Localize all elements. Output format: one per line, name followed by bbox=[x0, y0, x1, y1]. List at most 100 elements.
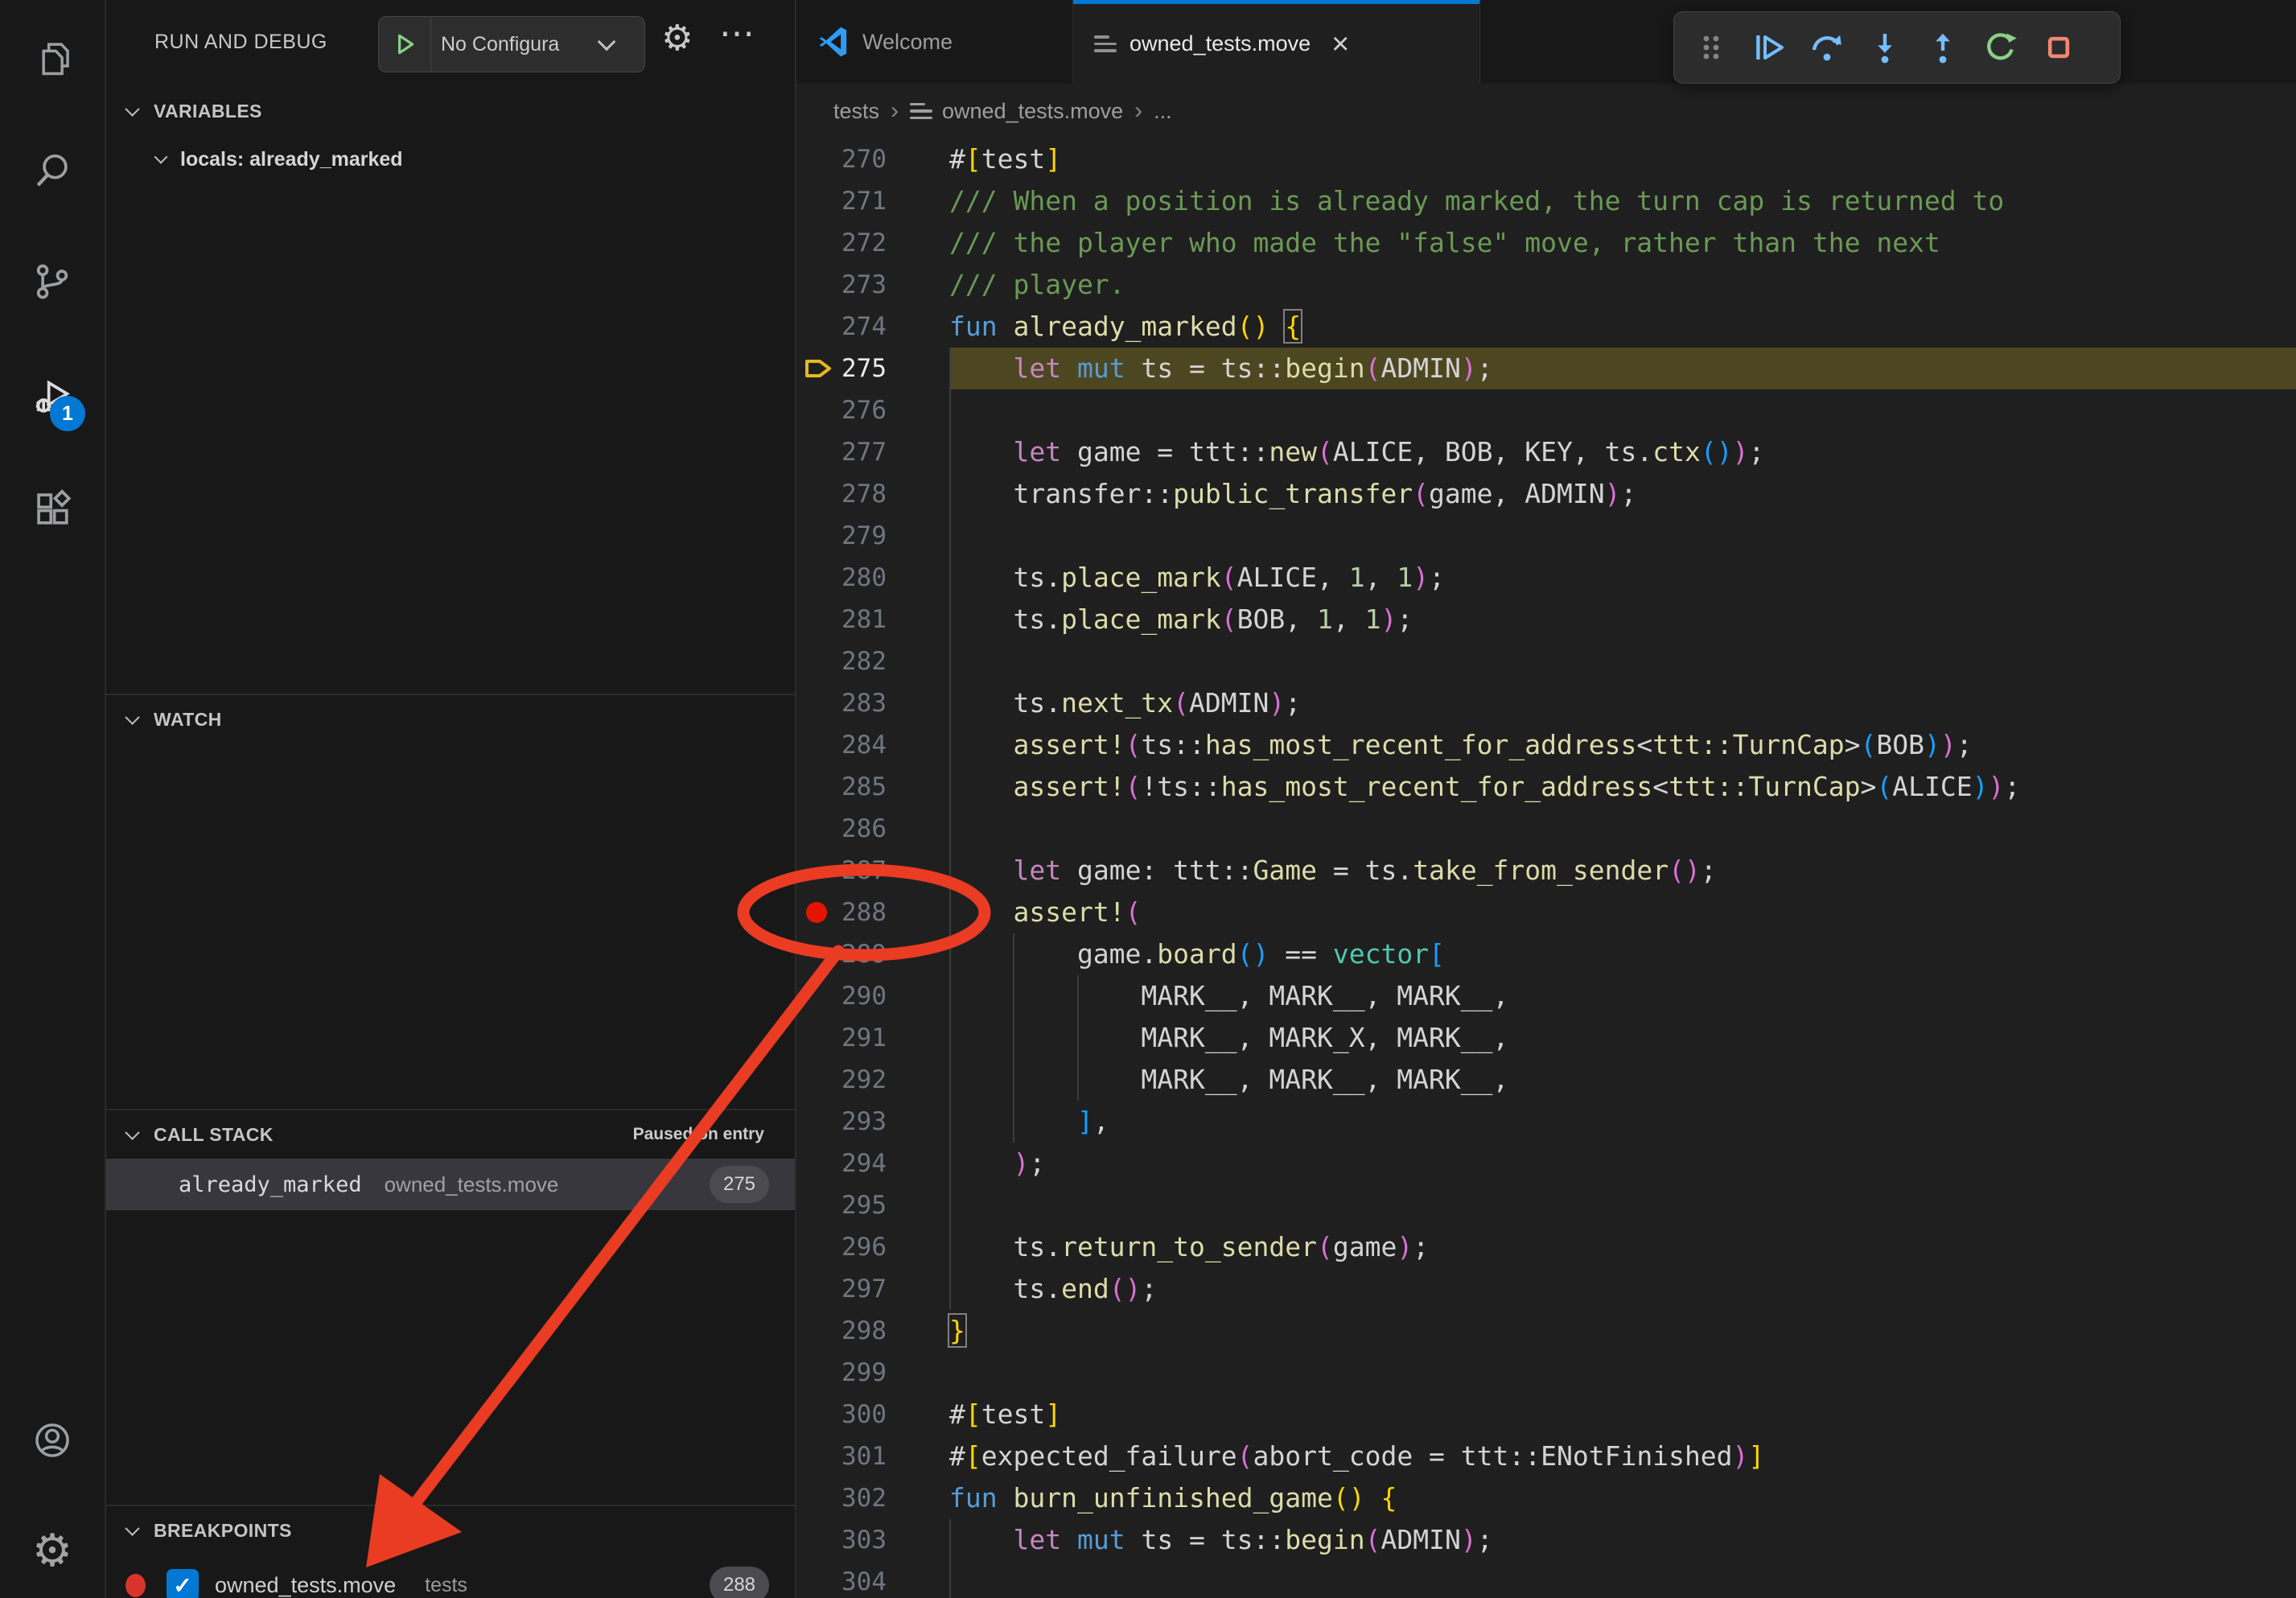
gutter-margin[interactable] bbox=[804, 682, 837, 724]
code-line-text[interactable] bbox=[949, 1184, 2296, 1226]
code-line[interactable]: 285 assert!(!ts::has_most_recent_for_add… bbox=[796, 766, 2296, 808]
code-line[interactable]: 304 bbox=[796, 1561, 2296, 1598]
gutter-margin[interactable] bbox=[804, 138, 837, 180]
code-line[interactable]: 288 assert!( bbox=[796, 892, 2296, 933]
code-line[interactable]: 274fun already_marked() { bbox=[796, 306, 2296, 348]
code-line-text[interactable]: assert!(ts::has_most_recent_for_address<… bbox=[949, 724, 2296, 766]
gutter-margin[interactable] bbox=[804, 515, 837, 557]
code-line-text[interactable]: ts.place_mark(ALICE, 1, 1); bbox=[949, 557, 2296, 599]
gutter-margin[interactable] bbox=[804, 1435, 837, 1477]
line-number[interactable]: 273 bbox=[837, 270, 887, 299]
gutter-margin[interactable] bbox=[804, 222, 837, 264]
line-number[interactable]: 278 bbox=[837, 480, 887, 509]
code-line-text[interactable] bbox=[949, 1352, 2296, 1394]
gutter-margin[interactable] bbox=[804, 473, 837, 515]
line-number[interactable]: 291 bbox=[837, 1023, 887, 1052]
code-line-text[interactable] bbox=[949, 808, 2296, 850]
gutter-margin[interactable] bbox=[804, 850, 837, 892]
code-line[interactable]: 282 bbox=[796, 640, 2296, 682]
search-icon[interactable] bbox=[28, 146, 76, 195]
restart-icon[interactable] bbox=[1972, 19, 2030, 76]
watch-section-header[interactable]: WATCH bbox=[106, 698, 795, 740]
line-number[interactable]: 299 bbox=[837, 1358, 887, 1387]
line-number[interactable]: 295 bbox=[837, 1191, 887, 1220]
code-line[interactable]: 286 bbox=[796, 808, 2296, 850]
line-number[interactable]: 270 bbox=[837, 145, 887, 174]
breadcrumb-item[interactable]: ... bbox=[1154, 99, 1172, 124]
line-number[interactable]: 294 bbox=[837, 1149, 887, 1178]
code-line-text[interactable]: transfer::public_transfer(game, ADMIN); bbox=[949, 473, 2296, 515]
code-line[interactable]: 277 let game = ttt::new(ALICE, BOB, KEY,… bbox=[796, 431, 2296, 473]
code-line[interactable]: 302fun burn_unfinished_game() { bbox=[796, 1477, 2296, 1519]
code-line[interactable]: 293 ], bbox=[796, 1101, 2296, 1143]
line-number[interactable]: 303 bbox=[837, 1526, 887, 1555]
gutter-margin[interactable] bbox=[804, 557, 837, 599]
code-line-text[interactable]: ts.place_mark(BOB, 1, 1); bbox=[949, 599, 2296, 640]
variables-section-header[interactable]: VARIABLES bbox=[106, 90, 795, 132]
code-line-text[interactable]: /// When a position is already marked, t… bbox=[949, 180, 2296, 222]
code-line-text[interactable] bbox=[949, 389, 2296, 431]
gutter-margin[interactable] bbox=[804, 1477, 837, 1519]
line-number[interactable]: 296 bbox=[837, 1233, 887, 1262]
breakpoint-gutter[interactable] bbox=[804, 892, 837, 933]
line-number[interactable]: 298 bbox=[837, 1316, 887, 1345]
code-line-text[interactable]: ts.end(); bbox=[949, 1268, 2296, 1310]
tab-welcome[interactable]: Welcome bbox=[796, 0, 1073, 84]
code-line[interactable]: 296 ts.return_to_sender(game); bbox=[796, 1226, 2296, 1268]
gutter-margin[interactable] bbox=[804, 389, 837, 431]
gutter-margin[interactable] bbox=[804, 1561, 837, 1598]
line-number[interactable]: 271 bbox=[837, 187, 887, 216]
code-line[interactable]: 272 /// the player who made the "false" m… bbox=[796, 222, 2296, 264]
gutter-margin[interactable] bbox=[804, 1268, 837, 1310]
gutter-margin[interactable] bbox=[804, 1310, 837, 1352]
code-line[interactable]: 300 #[test] bbox=[796, 1394, 2296, 1435]
code-line[interactable]: 294 ); bbox=[796, 1143, 2296, 1184]
code-line[interactable]: 278 transfer::public_transfer(game, ADMI… bbox=[796, 473, 2296, 515]
line-number[interactable]: 272 bbox=[837, 229, 887, 257]
line-number[interactable]: 282 bbox=[837, 647, 887, 676]
code-line-text[interactable]: /// player. bbox=[949, 264, 2296, 306]
line-number[interactable]: 288 bbox=[837, 898, 887, 927]
breadcrumb-item[interactable]: owned_tests.move bbox=[942, 99, 1123, 124]
code-line-text[interactable]: ts.return_to_sender(game); bbox=[949, 1226, 2296, 1268]
code-line-text[interactable]: #[expected_failure(abort_code = ttt::ENo… bbox=[949, 1435, 2296, 1477]
code-line[interactable]: 270 #[test] bbox=[796, 138, 2296, 180]
code-line[interactable]: 284 assert!(ts::has_most_recent_for_addr… bbox=[796, 724, 2296, 766]
line-number[interactable]: 300 bbox=[837, 1400, 887, 1429]
stop-icon[interactable] bbox=[2030, 19, 2088, 76]
breakpoints-section-header[interactable]: BREAKPOINTS bbox=[106, 1509, 795, 1551]
source-control-icon[interactable] bbox=[28, 257, 76, 306]
code-line[interactable]: 287 let game: ttt::Game = ts.take_from_s… bbox=[796, 850, 2296, 892]
line-number[interactable]: 280 bbox=[837, 563, 887, 592]
code-line[interactable]: 280 ts.place_mark(ALICE, 1, 1); bbox=[796, 557, 2296, 599]
code-line-text[interactable]: let mut ts = ts::begin(ADMIN); bbox=[949, 1519, 2296, 1561]
line-number[interactable]: 302 bbox=[837, 1484, 887, 1513]
line-number[interactable]: 283 bbox=[837, 689, 887, 718]
code-line-text[interactable]: let game: ttt::Game = ts.take_from_sende… bbox=[949, 850, 2296, 892]
code-line[interactable]: 289 game.board() == vector[ bbox=[796, 933, 2296, 975]
code-line[interactable]: 303 let mut ts = ts::begin(ADMIN); bbox=[796, 1519, 2296, 1561]
call-stack-section-header[interactable]: CALL STACK Paused on entry bbox=[106, 1114, 795, 1155]
code-line-text[interactable]: #[test] bbox=[949, 1394, 2296, 1435]
code-line[interactable]: 271 /// When a position is already marked… bbox=[796, 180, 2296, 222]
line-number[interactable]: 301 bbox=[837, 1442, 887, 1471]
code-line-text[interactable]: /// the player who made the "false" move… bbox=[949, 222, 2296, 264]
code-line-text[interactable]: assert!( bbox=[949, 892, 2296, 933]
code-line-text[interactable]: assert!(!ts::has_most_recent_for_address… bbox=[949, 766, 2296, 808]
line-number[interactable]: 274 bbox=[837, 312, 887, 341]
line-number[interactable]: 289 bbox=[837, 940, 887, 969]
line-number[interactable]: 285 bbox=[837, 772, 887, 801]
gutter-margin[interactable] bbox=[804, 808, 837, 850]
code-line[interactable]: 291 MARK__, MARK_X, MARK__, bbox=[796, 1017, 2296, 1059]
step-out-icon[interactable] bbox=[1914, 19, 1972, 76]
start-debug-icon[interactable] bbox=[379, 17, 431, 72]
code-line-text[interactable]: ); bbox=[949, 1143, 2296, 1184]
code-line[interactable]: 295 bbox=[796, 1184, 2296, 1226]
gutter-margin[interactable] bbox=[804, 975, 837, 1017]
breakpoint-list-item[interactable]: ✓ owned_tests.move tests 288 bbox=[106, 1563, 795, 1598]
gutter-margin[interactable] bbox=[804, 264, 837, 306]
gutter-margin[interactable] bbox=[804, 431, 837, 473]
code-line-text[interactable]: let game = ttt::new(ALICE, BOB, KEY, ts.… bbox=[949, 431, 2296, 473]
gutter-margin[interactable] bbox=[804, 1184, 837, 1226]
code-line-text[interactable]: #[test] bbox=[949, 138, 2296, 180]
